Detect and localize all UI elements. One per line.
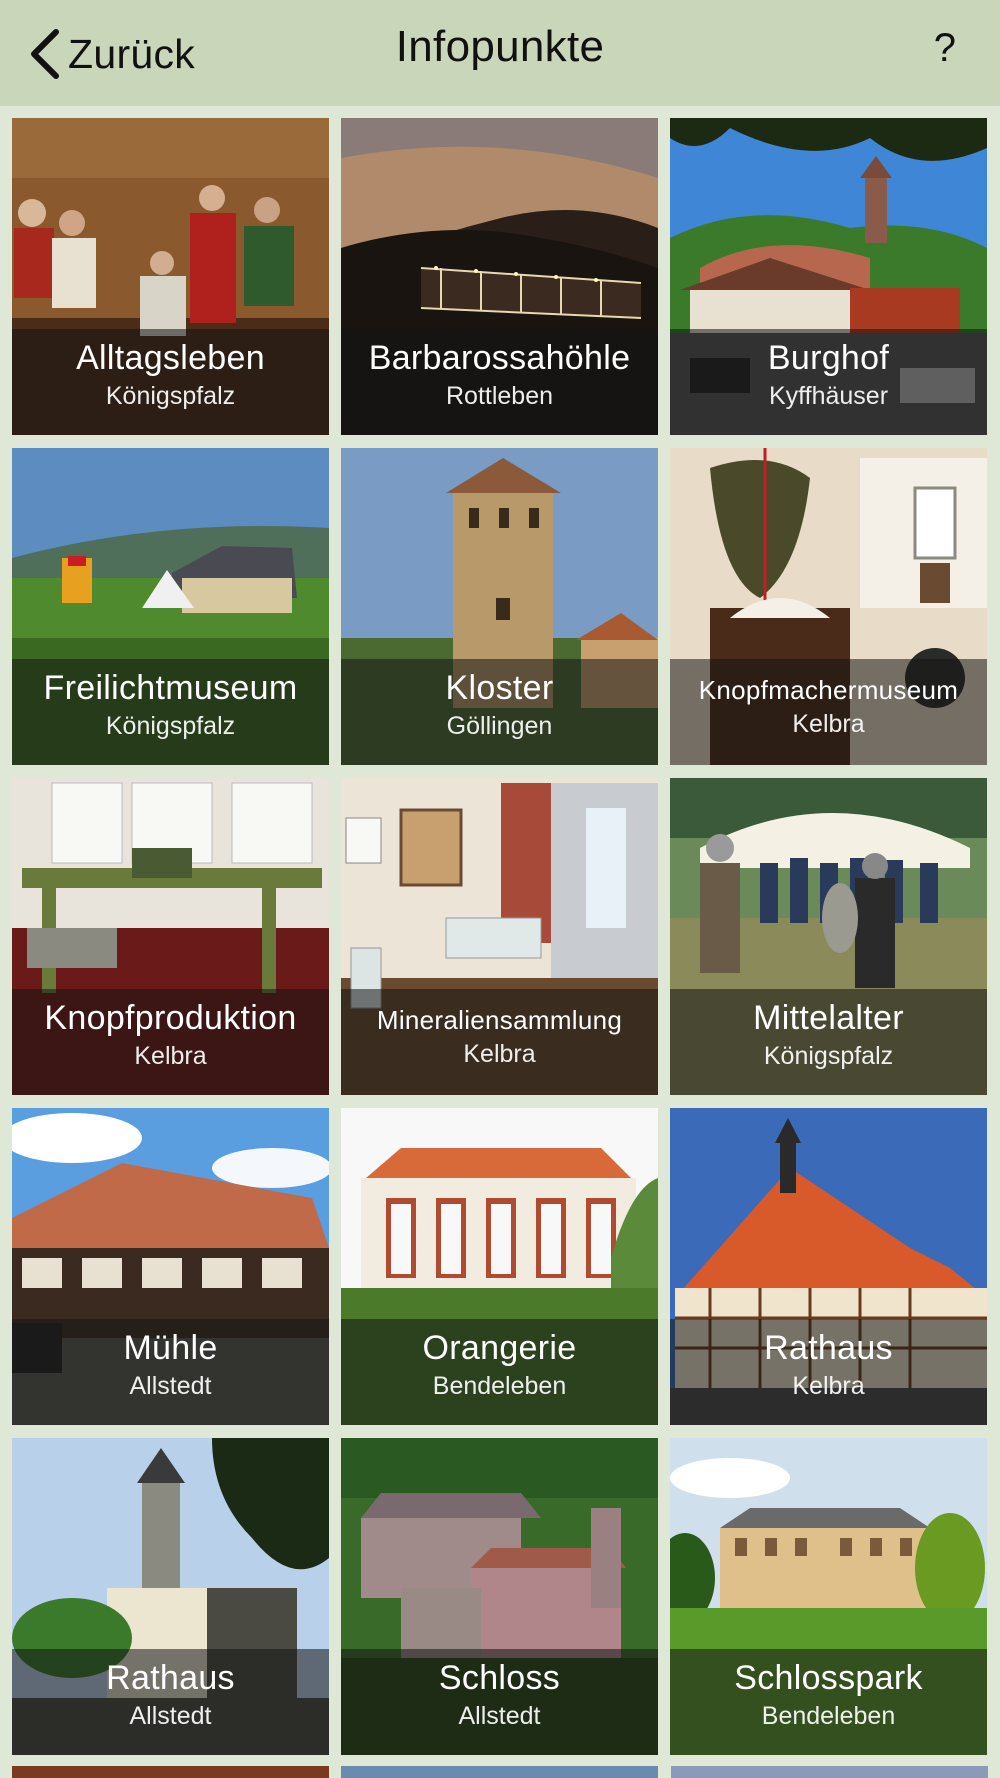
tile-title: Schloss — [438, 1659, 561, 1697]
tile-caption: Schloss Allstedt — [341, 1649, 658, 1755]
tile-knopfmachermuseum[interactable]: Knopfmachermuseum Kelbra — [670, 448, 987, 765]
help-button[interactable]: ? — [934, 26, 956, 71]
tile-location: Königspfalz — [105, 712, 236, 740]
navigation-bar: Zurück Infopunkte ? — [0, 0, 1000, 106]
tile-title: Kloster — [445, 669, 554, 707]
tile-location: Kyffhäuser — [768, 382, 889, 410]
tile-mineraliensammlung[interactable]: Mineraliensammlung Kelbra — [341, 778, 658, 1095]
tile-caption: Burghof Kyffhäuser — [670, 329, 987, 435]
tile-title: Knopfmachermuseum — [698, 675, 959, 705]
tile-mittelalter[interactable]: Mittelalter Königspfalz — [670, 778, 987, 1095]
tile-title: Knopfproduktion — [44, 999, 297, 1037]
tile-title: Mühle — [123, 1329, 218, 1367]
tile-title: Alltagsleben — [76, 339, 265, 377]
tile-location: Kelbra — [463, 1040, 536, 1068]
tile-kloster[interactable]: Kloster Göllingen — [341, 448, 658, 765]
tile-muehle[interactable]: Mühle Allstedt — [12, 1108, 329, 1425]
tile-title: Burghof — [767, 339, 890, 377]
infopoint-grid: Alltagsleben Königspfalz Barbarossahöhle… — [12, 118, 988, 1755]
page-title: Infopunkte — [395, 22, 605, 71]
tile-location: Bendeleben — [432, 1372, 567, 1400]
tile-caption: Mühle Allstedt — [12, 1319, 329, 1425]
tile-caption: Freilichtmuseum Königspfalz — [12, 659, 329, 765]
tile-rathaus-kelbra[interactable]: Rathaus Kelbra — [670, 1108, 987, 1425]
tile-schlosspark[interactable]: Schlosspark Bendeleben — [670, 1438, 987, 1755]
tile-caption: Mineraliensammlung Kelbra — [341, 989, 658, 1095]
tile-caption: Barbarossahöhle Rottleben — [341, 329, 658, 435]
tile-title: Mittelalter — [753, 999, 904, 1037]
tile-location: Kelbra — [792, 710, 865, 738]
tile-caption: Schlosspark Bendeleben — [670, 1649, 987, 1755]
tile-location: Allstedt — [129, 1372, 212, 1400]
tile-barbarossahoehle[interactable]: Barbarossahöhle Rottleben — [341, 118, 658, 435]
tile-location: Allstedt — [129, 1702, 212, 1730]
tile-location: Allstedt — [458, 1702, 541, 1730]
tile-rathaus-allstedt[interactable]: Rathaus Allstedt — [12, 1438, 329, 1755]
tile-caption: Knopfproduktion Kelbra — [12, 989, 329, 1095]
tile-knopfproduktion[interactable]: Knopfproduktion Kelbra — [12, 778, 329, 1095]
tile-title: Rathaus — [106, 1659, 235, 1697]
tile-partial[interactable] — [341, 1766, 658, 1778]
tile-location: Rottleben — [445, 382, 554, 410]
tile-schloss[interactable]: Schloss Allstedt — [341, 1438, 658, 1755]
tile-title: Mineraliensammlung — [376, 1005, 623, 1035]
tile-partial[interactable] — [671, 1766, 988, 1778]
tile-caption: Kloster Göllingen — [341, 659, 658, 765]
tile-title: Rathaus — [764, 1329, 893, 1367]
tile-title: Freilichtmuseum — [43, 669, 298, 707]
tile-burghof[interactable]: Burghof Kyffhäuser — [670, 118, 987, 435]
tile-caption: Rathaus Kelbra — [670, 1319, 987, 1425]
tile-freilichtmuseum[interactable]: Freilichtmuseum Königspfalz — [12, 448, 329, 765]
tile-title: Barbarossahöhle — [368, 339, 631, 377]
tile-caption: Orangerie Bendeleben — [341, 1319, 658, 1425]
tile-partial[interactable] — [12, 1766, 329, 1778]
tile-caption: Rathaus Allstedt — [12, 1649, 329, 1755]
tile-caption: Alltagsleben Königspfalz — [12, 329, 329, 435]
tile-location: Kelbra — [134, 1042, 207, 1070]
tile-location: Königspfalz — [105, 382, 236, 410]
tile-caption: Knopfmachermuseum Kelbra — [670, 659, 987, 765]
tile-location: Königspfalz — [763, 1042, 894, 1070]
tile-title: Schlosspark — [734, 1659, 923, 1697]
tile-location: Kelbra — [792, 1372, 865, 1400]
tile-location: Bendeleben — [761, 1702, 896, 1730]
tile-alltagsleben[interactable]: Alltagsleben Königspfalz — [12, 118, 329, 435]
tile-caption: Mittelalter Königspfalz — [670, 989, 987, 1095]
tile-title: Orangerie — [422, 1329, 577, 1367]
tile-orangerie[interactable]: Orangerie Bendeleben — [341, 1108, 658, 1425]
tile-location: Göllingen — [446, 712, 553, 740]
